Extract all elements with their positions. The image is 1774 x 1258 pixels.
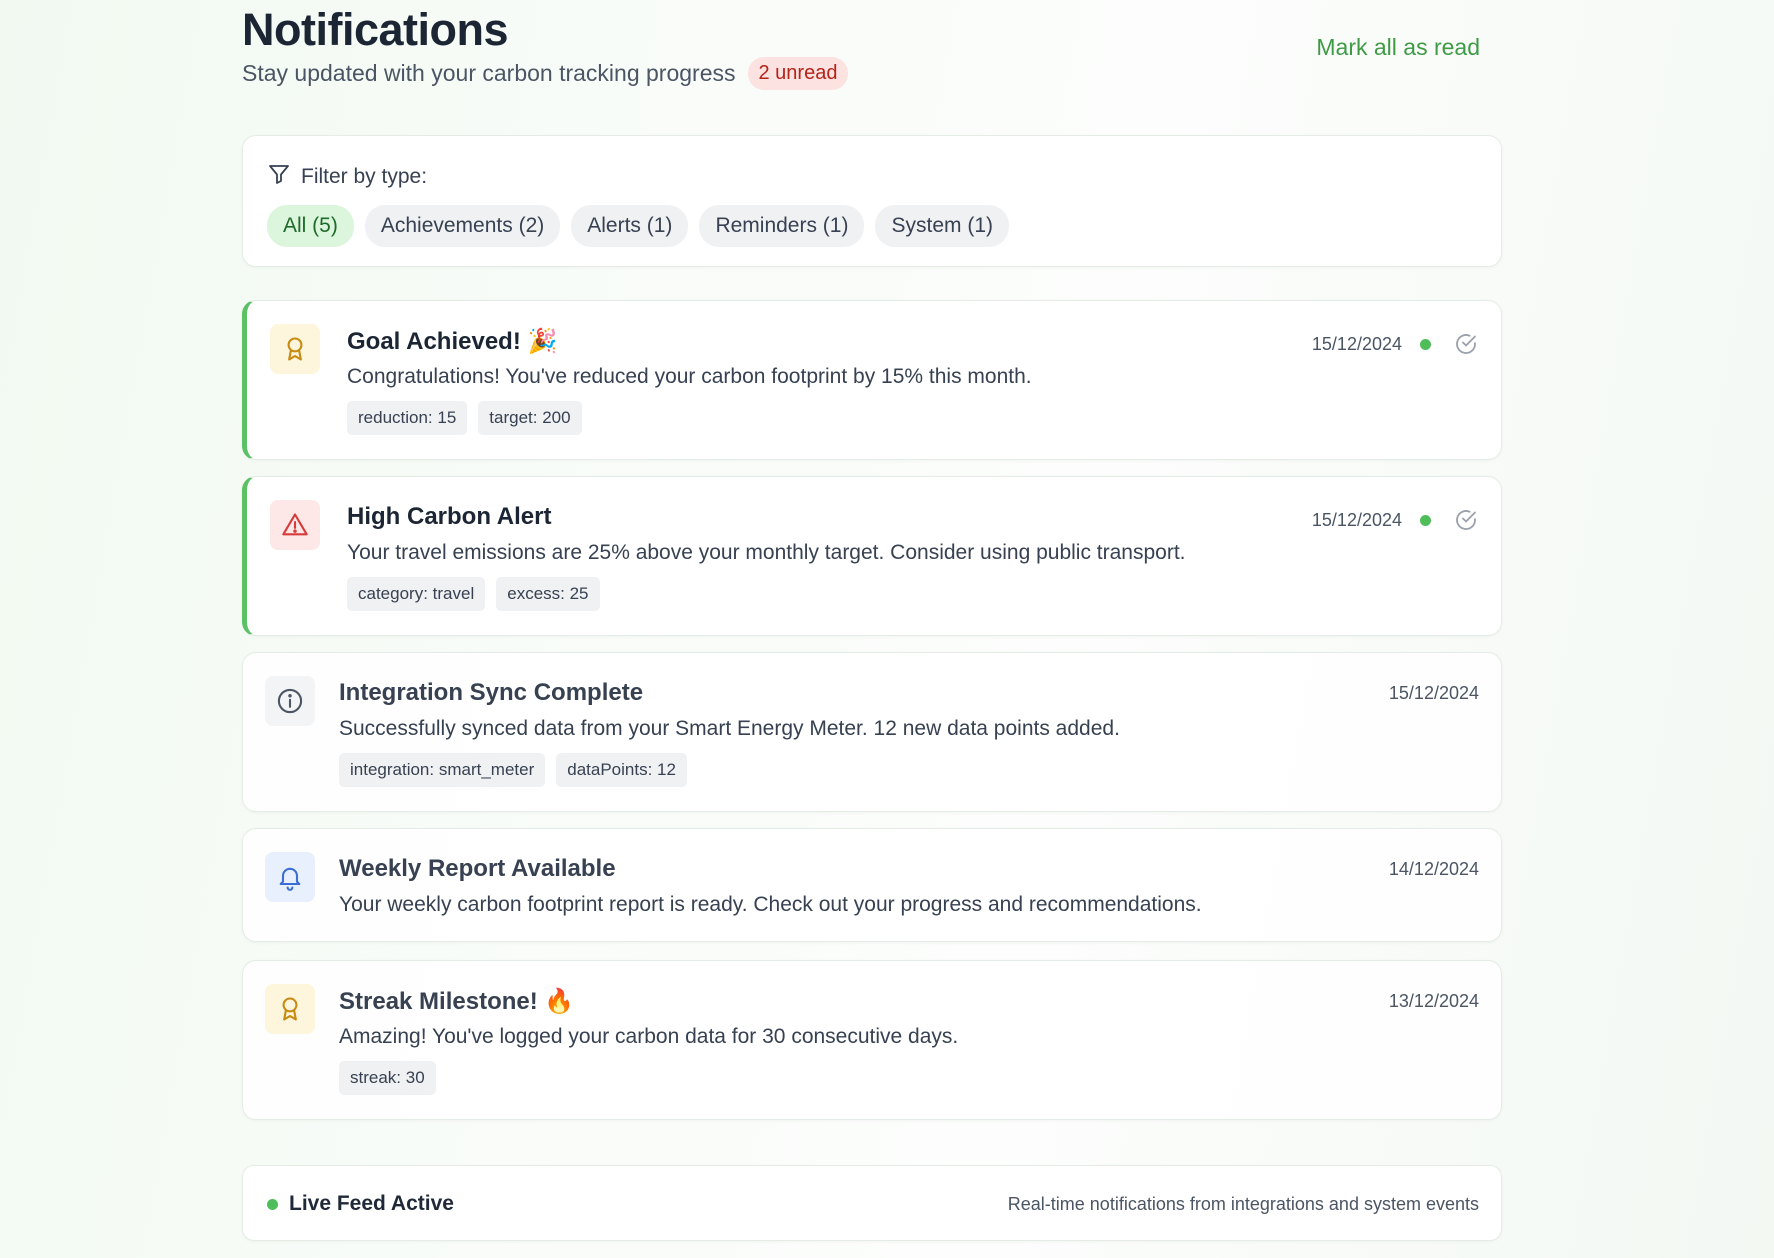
- check-circle-icon: [1456, 334, 1476, 354]
- filter-chip[interactable]: Alerts (1): [571, 205, 689, 247]
- live-indicator-dot: [267, 1199, 278, 1210]
- notification-meta: 15/12/2024: [1312, 331, 1479, 357]
- check-circle-icon: [1456, 510, 1476, 530]
- alert-triangle-icon: [270, 500, 320, 550]
- notification-date: 15/12/2024: [1388, 683, 1479, 703]
- page-title: Notifications: [242, 4, 509, 55]
- notification-card[interactable]: High Carbon Alert Your travel emissions a…: [242, 476, 1502, 636]
- notification-meta: 15/12/2024: [1389, 683, 1479, 704]
- notification-date: 15/12/2024: [1311, 333, 1402, 354]
- notification-date: 15/12/2024: [1311, 509, 1402, 530]
- notification-tags: reduction: 15 target: 200: [347, 401, 582, 435]
- mark-read-button[interactable]: [1453, 507, 1479, 533]
- metadata-tag: integration: smart_meter: [339, 753, 546, 787]
- metadata-tag: dataPoints: 12: [556, 753, 687, 787]
- notification-date: 13/12/2024: [1388, 991, 1479, 1011]
- filter-chip[interactable]: Achievements (2): [364, 205, 561, 247]
- notification-card[interactable]: Goal Achieved! 🎉 Congratulations! You've …: [242, 300, 1502, 460]
- mark-read-button[interactable]: [1453, 331, 1479, 357]
- notification-message: Your weekly carbon footprint report is r…: [339, 893, 1202, 916]
- mark-all-read-button[interactable]: Mark all as read: [1316, 34, 1480, 61]
- filter-chip[interactable]: All (5): [267, 205, 354, 247]
- bell-icon: [265, 852, 315, 902]
- filter-card: Filter by type: All (5) Achievements (2) A…: [242, 135, 1502, 267]
- filter-icon: [267, 162, 291, 191]
- notification-message: Congratulations! You've reduced your car…: [347, 365, 1032, 388]
- notification-meta: 15/12/2024: [1312, 507, 1479, 533]
- filter-chip[interactable]: System (1): [875, 205, 1009, 247]
- notification-date: 14/12/2024: [1388, 859, 1479, 879]
- notification-card[interactable]: Integration Sync Complete Successfully sy…: [242, 652, 1502, 812]
- award-icon: [265, 984, 315, 1034]
- notification-title: High Carbon Alert: [347, 503, 552, 530]
- notification-title: Integration Sync Complete: [339, 679, 644, 706]
- notification-message: Amazing! You've logged your carbon data …: [339, 1025, 959, 1048]
- info-icon: [265, 676, 315, 726]
- metadata-tag: target: 200: [478, 401, 582, 435]
- award-icon: [270, 324, 320, 374]
- notification-meta: 14/12/2024: [1389, 859, 1479, 880]
- metadata-tag: reduction: 15: [347, 401, 468, 435]
- live-feed-description: Real-time notifications from integration…: [1007, 1194, 1479, 1214]
- filter-header: Filter by type:: [267, 162, 427, 191]
- unread-dot: [1420, 338, 1431, 350]
- notification-message: Successfully synced data from your Smart…: [339, 717, 1120, 740]
- notification-message: Your travel emissions are 25% above your…: [347, 541, 1186, 564]
- filter-label: Filter by type:: [301, 164, 428, 188]
- notification-card[interactable]: Streak Milestone! 🔥 Amazing! You've logge…: [242, 960, 1502, 1120]
- page-subtitle: Stay updated with your carbon tracking p…: [242, 60, 736, 86]
- notification-tags: integration: smart_meter dataPoints: 12: [339, 753, 687, 787]
- notification-title: Weekly Report Available: [339, 855, 616, 882]
- unread-dot: [1420, 514, 1431, 526]
- notification-title: Streak Milestone! 🔥: [339, 988, 575, 1015]
- notification-meta: 13/12/2024: [1389, 991, 1479, 1012]
- unread-badge: 2 unread: [747, 57, 849, 90]
- notification-title: Goal Achieved! 🎉: [347, 328, 558, 355]
- filter-chips: All (5) Achievements (2) Alerts (1) Reminde…: [267, 205, 1009, 247]
- notifications-page: Notifications Stay updated with your car…: [242, 0, 1502, 1241]
- page-header: Notifications Stay updated with your car…: [242, 0, 1502, 135]
- metadata-tag: category: travel: [347, 577, 486, 611]
- notification-tags: category: travel excess: 25: [347, 577, 600, 611]
- live-feed-label: Live Feed Active: [289, 1192, 454, 1215]
- notification-tags: streak: 30: [339, 1061, 436, 1095]
- subtitle-row: Stay updated with your carbon tracking p…: [242, 57, 849, 90]
- filter-chip[interactable]: Reminders (1): [699, 205, 865, 247]
- metadata-tag: streak: 30: [339, 1061, 436, 1095]
- metadata-tag: excess: 25: [496, 577, 600, 611]
- live-feed-bar: Live Feed Active Real-time notifications…: [242, 1165, 1502, 1241]
- notification-card[interactable]: Weekly Report Available Your weekly carbo…: [242, 828, 1502, 942]
